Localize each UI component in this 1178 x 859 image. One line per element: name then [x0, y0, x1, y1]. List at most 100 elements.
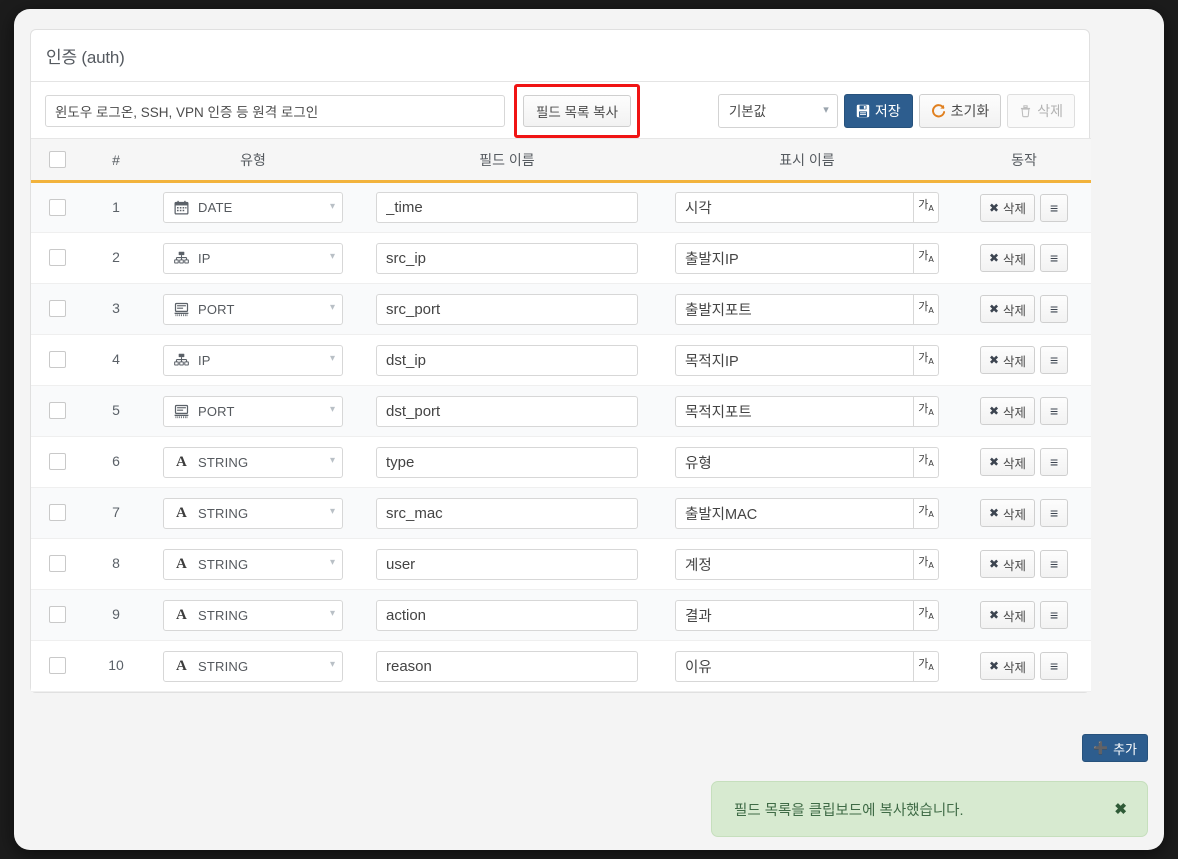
field-name-input[interactable]	[376, 293, 638, 325]
row-action-cell: ✖ 삭제 ≡	[957, 181, 1091, 233]
display-name-input[interactable]	[675, 548, 913, 580]
close-icon: ✖	[988, 557, 1000, 571]
row-delete-label: 삭제	[1003, 660, 1027, 675]
translate-icon-button[interactable]: 가A	[913, 344, 939, 376]
display-name-input[interactable]	[675, 650, 913, 682]
toast-close-button[interactable]: ✖	[1112, 802, 1129, 817]
row-delete-label: 삭제	[1003, 303, 1027, 318]
field-name-input[interactable]	[376, 599, 638, 631]
translate-icon-button[interactable]: 가A	[913, 293, 939, 325]
row-checkbox[interactable]	[48, 606, 66, 624]
close-icon: ✖	[988, 608, 1000, 622]
row-drag-handle[interactable]: ≡	[1040, 550, 1069, 578]
row-delete-label: 삭제	[1003, 609, 1027, 624]
add-field-button[interactable]: ➕ 추가	[1082, 734, 1148, 762]
table-row: 4 IP▾ 가A ✖삭제 ≡	[31, 334, 1091, 386]
row-checkbox[interactable]	[48, 402, 66, 420]
field-name-input[interactable]	[376, 395, 638, 427]
row-action-cell: ✖ 삭제 ≡	[957, 385, 1091, 437]
display-name-input[interactable]	[675, 599, 913, 631]
row-drag-handle[interactable]: ≡	[1040, 499, 1069, 527]
row-drag-handle[interactable]: ≡	[1040, 244, 1069, 272]
row-delete-button[interactable]: ✖ 삭제	[979, 193, 1036, 222]
trash-icon	[1019, 104, 1032, 118]
display-name-input[interactable]	[675, 293, 913, 325]
field-name-input[interactable]	[376, 192, 638, 223]
row-select-cell	[31, 436, 83, 488]
field-name-input[interactable]	[376, 497, 638, 529]
display-name-input[interactable]	[675, 242, 913, 274]
field-type-select[interactable]: PORT	[163, 293, 343, 325]
row-delete-button[interactable]: ✖ 삭제	[979, 550, 1036, 578]
row-number: 2	[112, 249, 120, 265]
row-delete-button[interactable]: ✖ 삭제	[979, 499, 1036, 527]
row-delete-button[interactable]: ✖ 삭제	[979, 295, 1036, 323]
row-drag-handle[interactable]: ≡	[1040, 346, 1069, 374]
field-name-input[interactable]	[376, 344, 638, 376]
translate-icon-button[interactable]: 가A	[913, 650, 939, 682]
row-drag-handle[interactable]: ≡	[1040, 295, 1069, 323]
copy-field-list-button[interactable]: 필드 목록 복사	[523, 95, 632, 127]
field-type-select[interactable]: IP	[163, 242, 343, 274]
row-delete-button[interactable]: ✖ 삭제	[979, 448, 1036, 476]
field-name-input[interactable]	[376, 650, 638, 682]
description-input[interactable]	[45, 95, 505, 127]
field-name-cell	[357, 538, 657, 590]
row-drag-handle[interactable]: ≡	[1040, 193, 1069, 222]
field-type-select[interactable]: DATE	[163, 192, 343, 223]
field-type-select[interactable]: A STRING	[163, 599, 343, 631]
row-checkbox[interactable]	[48, 657, 66, 675]
row-checkbox[interactable]	[48, 300, 66, 318]
toolbar-actions: 기본값 ▾ 저장 초기화 삭제	[717, 94, 1075, 128]
row-delete-button[interactable]: ✖ 삭제	[979, 244, 1036, 272]
row-drag-handle[interactable]: ≡	[1040, 601, 1069, 629]
field-type-select[interactable]: A STRING	[163, 548, 343, 580]
row-delete-button[interactable]: ✖ 삭제	[979, 346, 1036, 374]
row-number: 6	[112, 453, 120, 469]
select-all-checkbox[interactable]	[48, 151, 66, 169]
row-delete-button[interactable]: ✖ 삭제	[979, 601, 1036, 629]
delete-button[interactable]: 삭제	[1007, 94, 1075, 128]
row-delete-button[interactable]: ✖ 삭제	[979, 397, 1036, 425]
row-checkbox[interactable]	[48, 249, 66, 267]
translate-icon-button[interactable]: 가A	[913, 599, 939, 631]
field-type-cell: A STRING ▾	[149, 589, 357, 641]
field-type-select[interactable]: IP	[163, 344, 343, 376]
row-checkbox[interactable]	[48, 453, 66, 471]
translate-icon-button[interactable]: 가A	[913, 548, 939, 580]
row-drag-handle[interactable]: ≡	[1040, 397, 1069, 425]
field-type-select[interactable]: PORT	[163, 395, 343, 427]
translate-icon-button[interactable]: 가A	[913, 497, 939, 529]
display-name-input[interactable]	[675, 497, 913, 529]
display-name-group: 가A	[657, 548, 957, 580]
field-type-select[interactable]: A STRING	[163, 446, 343, 478]
row-drag-handle[interactable]: ≡	[1040, 652, 1069, 680]
field-name-input[interactable]	[376, 242, 638, 274]
translate-icon-button[interactable]: 가A	[913, 242, 939, 274]
row-checkbox[interactable]	[48, 504, 66, 522]
display-name-input[interactable]	[675, 192, 913, 223]
preset-select[interactable]: 기본값	[717, 94, 838, 128]
row-number-cell: 9	[83, 589, 149, 641]
row-checkbox[interactable]	[48, 198, 66, 216]
display-name-input[interactable]	[675, 446, 913, 478]
translate-icon-button[interactable]: 가A	[913, 446, 939, 478]
display-name-input[interactable]	[675, 344, 913, 376]
row-checkbox[interactable]	[48, 351, 66, 369]
row-delete-label: 삭제	[1003, 507, 1027, 522]
translate-icon-button[interactable]: 가A	[913, 192, 939, 223]
field-type-select-wrap: PORT ▾	[163, 395, 343, 427]
translate-icon-button[interactable]: 가A	[913, 395, 939, 427]
save-button[interactable]: 저장	[843, 94, 913, 128]
field-name-input[interactable]	[376, 446, 638, 478]
row-delete-button[interactable]: ✖ 삭제	[979, 652, 1036, 680]
field-type-select-wrap: A STRING ▾	[163, 548, 343, 580]
field-type-select[interactable]: A STRING	[163, 650, 343, 682]
row-drag-handle[interactable]: ≡	[1040, 448, 1069, 476]
display-name-input[interactable]	[675, 395, 913, 427]
reset-button[interactable]: 초기화	[918, 94, 1002, 128]
field-name-input[interactable]	[376, 548, 638, 580]
field-type-select[interactable]: A STRING	[163, 497, 343, 529]
row-checkbox[interactable]	[48, 555, 66, 573]
row-select-cell	[31, 334, 83, 386]
